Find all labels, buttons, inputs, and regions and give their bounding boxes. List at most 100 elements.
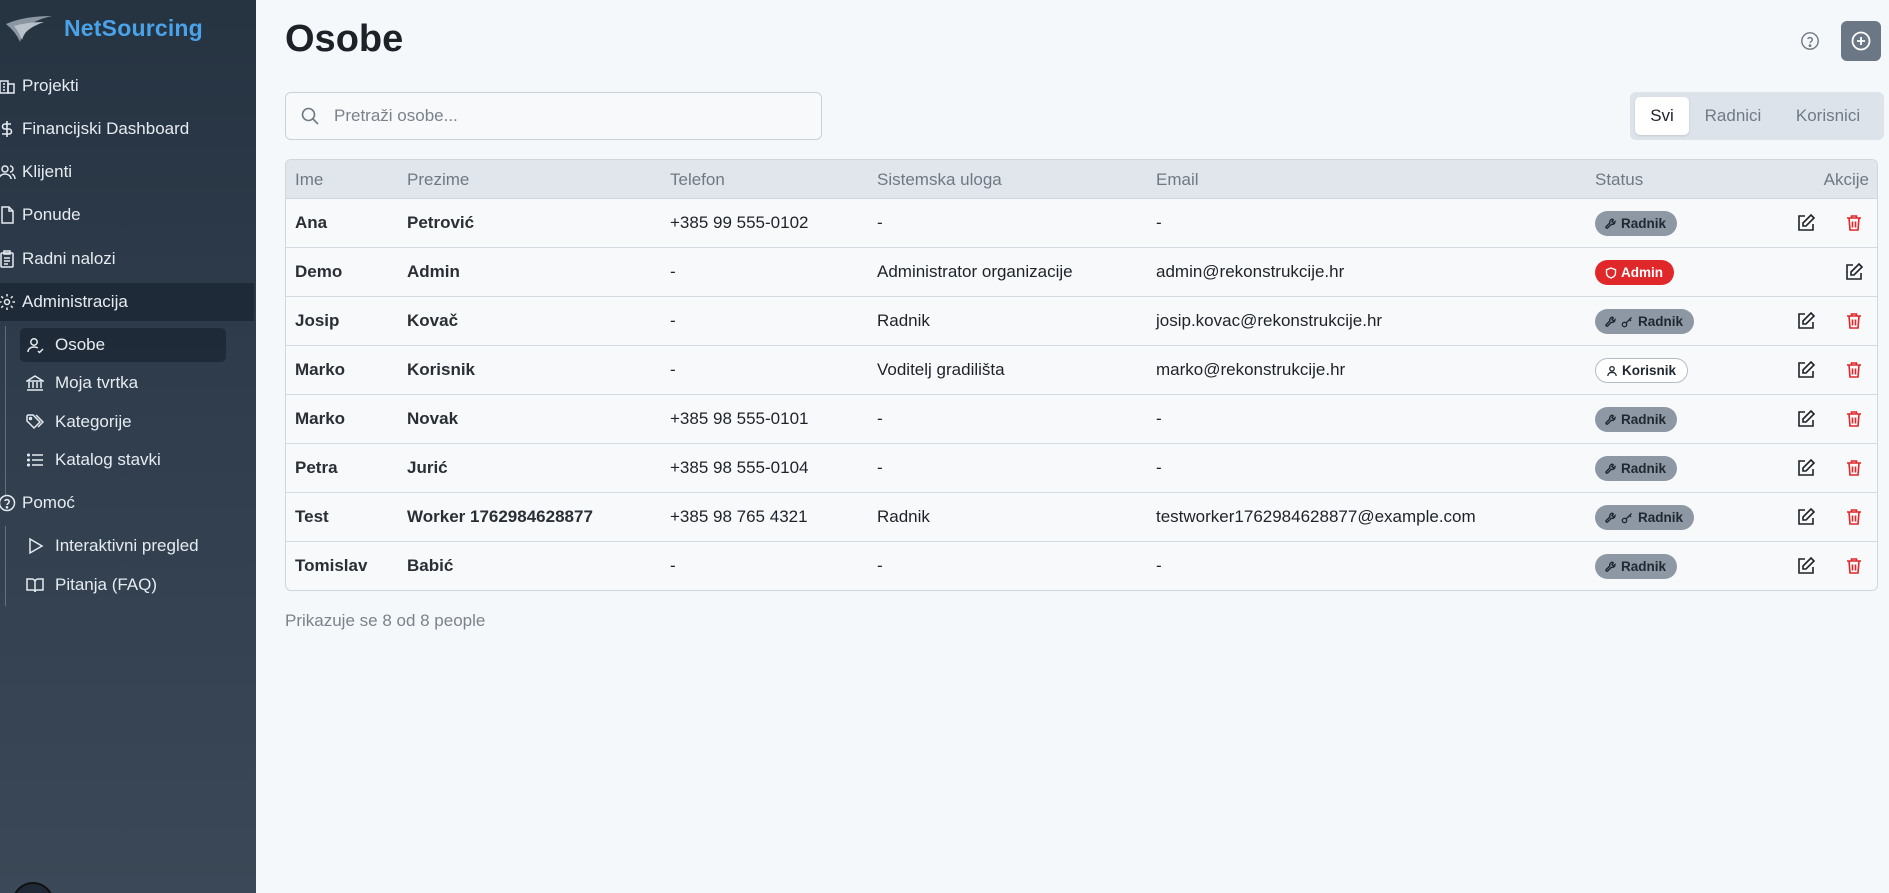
status-badge-label: Radnik — [1621, 461, 1667, 476]
table-row[interactable]: Petra Jurić +385 98 555-0104 - - Radnik — [286, 444, 1877, 493]
sidebar-item-projekti[interactable]: Projekti — [0, 67, 254, 105]
sidebar-item-label: Administracija — [22, 292, 128, 311]
cell-sistemska-uloga: - — [877, 556, 883, 575]
edit-button[interactable] — [1795, 506, 1817, 528]
edit-icon — [1844, 262, 1864, 282]
user-icon — [26, 336, 44, 354]
status-badge: Korisnik — [1595, 358, 1689, 383]
sidebar-item-label: Projekti — [22, 76, 79, 95]
filter-korisnici[interactable]: Korisnici — [1777, 97, 1879, 135]
sidebar-item-radni-nalozi[interactable]: Radni nalozi — [0, 240, 254, 278]
edit-button[interactable] — [1843, 261, 1865, 283]
building-icon — [0, 77, 16, 95]
sidebar-subitem-pitanja-faq[interactable]: Pitanja (FAQ) — [20, 568, 226, 602]
trash-icon — [1845, 361, 1863, 379]
delete-button[interactable] — [1843, 359, 1865, 381]
sidebar-subitem-label: Katalog stavki — [55, 450, 161, 469]
sidebar-item-administracija[interactable]: Administracija — [0, 283, 254, 321]
table-row[interactable]: Tomislav Babić - - - Radnik — [286, 542, 1877, 590]
cell-telefon: - — [670, 556, 676, 575]
edit-button[interactable] — [1795, 212, 1817, 234]
status-badge-label: Radnik — [1638, 314, 1684, 329]
cell-prezime: Korisnik — [407, 360, 476, 379]
sidebar-subitem-katalog-stavki[interactable]: Katalog stavki — [20, 443, 226, 477]
edit-button[interactable] — [1795, 555, 1817, 577]
main-content: Osobe Svi Radnici Korisnici Ime Prezime … — [256, 0, 1889, 893]
search-box[interactable] — [285, 92, 822, 140]
cell-prezime: Admin — [407, 262, 460, 281]
brand-name: NetSourcing — [64, 14, 203, 41]
sidebar-item-ponude[interactable]: Ponude — [0, 196, 254, 234]
cell-prezime: Worker 1762984628877 — [407, 507, 593, 526]
delete-button[interactable] — [1843, 408, 1865, 430]
file-icon — [0, 206, 16, 224]
key-icon — [1621, 316, 1633, 328]
sidebar-item-pomoc[interactable]: Pomoć — [0, 484, 254, 522]
filter-svi[interactable]: Svi — [1635, 97, 1689, 135]
column-header-prezime[interactable]: Prezime — [407, 160, 469, 199]
edit-button[interactable] — [1795, 359, 1817, 381]
dollar-icon — [0, 120, 16, 138]
delete-button[interactable] — [1843, 457, 1865, 479]
delete-button[interactable] — [1843, 506, 1865, 528]
column-header-status[interactable]: Status — [1595, 160, 1643, 199]
status-badge-label: Korisnik — [1622, 363, 1677, 378]
column-header-telefon[interactable]: Telefon — [670, 160, 725, 199]
delete-button[interactable] — [1843, 212, 1865, 234]
sidebar-subitem-label: Pitanja (FAQ) — [55, 575, 158, 594]
sidebar-item-klijenti[interactable]: Klijenti — [0, 153, 254, 191]
sidebar-subitem-interaktivni-pregled[interactable]: Interaktivni pregled — [20, 529, 226, 563]
column-header-email[interactable]: Email — [1156, 160, 1199, 199]
add-person-button[interactable] — [1841, 21, 1881, 61]
filter-radnici[interactable]: Radnici — [1689, 97, 1777, 135]
column-header-ime[interactable]: Ime — [295, 160, 323, 199]
sidebar-subitem-moja-tvrtka[interactable]: Moja tvrtka — [20, 366, 226, 400]
shield-icon — [1605, 266, 1617, 279]
cell-email: - — [1156, 556, 1162, 575]
search-icon — [300, 106, 320, 126]
cell-telefon: - — [670, 262, 676, 281]
cell-prezime: Babić — [407, 556, 454, 575]
edit-button[interactable] — [1795, 408, 1817, 430]
sidebar-item-label: Ponude — [22, 205, 81, 224]
bank-icon — [26, 374, 44, 392]
table-row[interactable]: Ana Petrović +385 99 555-0102 - - Radnik — [286, 199, 1877, 248]
delete-button[interactable] — [1843, 310, 1865, 332]
brand[interactable]: NetSourcing — [0, 10, 203, 46]
cell-telefon: +385 99 555-0102 — [670, 213, 809, 232]
cell-telefon: +385 98 765 4321 — [670, 507, 808, 526]
wrench-icon — [1605, 413, 1617, 426]
status-badge-label: Radnik — [1621, 412, 1667, 427]
cell-email: josip.kovac@rekonstrukcije.hr — [1156, 311, 1383, 330]
help-button[interactable] — [1799, 30, 1821, 52]
avatar[interactable] — [12, 882, 54, 893]
search-input[interactable] — [334, 106, 814, 126]
status-badge-label: Radnik — [1638, 510, 1684, 525]
edit-icon — [1796, 458, 1816, 478]
wrench-icon — [1605, 462, 1617, 475]
column-header-sistemska-uloga[interactable]: Sistemska uloga — [877, 160, 1002, 199]
cell-ime: Test — [295, 507, 329, 526]
sidebar-item-financijski-dashboard[interactable]: Financijski Dashboard — [0, 110, 254, 148]
status-badge: Radnik — [1595, 309, 1695, 334]
table-row[interactable]: Demo Admin - Administrator organizacije admi… — [286, 248, 1877, 297]
edit-button[interactable] — [1795, 457, 1817, 479]
table-row[interactable]: Test Worker 1762984628877 +385 98 765 4321… — [286, 493, 1877, 542]
sidebar-subitem-kategorije[interactable]: Kategorije — [20, 405, 226, 439]
edit-button[interactable] — [1795, 310, 1817, 332]
cell-sistemska-uloga: - — [877, 409, 883, 428]
book-icon — [26, 576, 44, 594]
cell-email: marko@rekonstrukcije.hr — [1156, 360, 1346, 379]
delete-button[interactable] — [1843, 555, 1865, 577]
sidebar-subitem-osobe[interactable]: Osobe — [20, 328, 226, 362]
table-row[interactable]: Marko Korisnik - Voditelj gradilišta marko@r… — [286, 346, 1877, 395]
table-row[interactable]: Josip Kovač - Radnik josip.kovac@rekonstrukc… — [286, 297, 1877, 346]
table-row[interactable]: Marko Novak +385 98 555-0101 - - Radnik — [286, 395, 1877, 444]
sidebar-item-label: Klijenti — [22, 162, 73, 181]
trash-icon — [1845, 312, 1863, 330]
edit-icon — [1796, 556, 1816, 576]
cell-ime: Marko — [295, 409, 346, 428]
cell-prezime: Kovač — [407, 311, 459, 330]
cell-email: - — [1156, 213, 1162, 232]
page-title: Osobe — [285, 18, 404, 60]
